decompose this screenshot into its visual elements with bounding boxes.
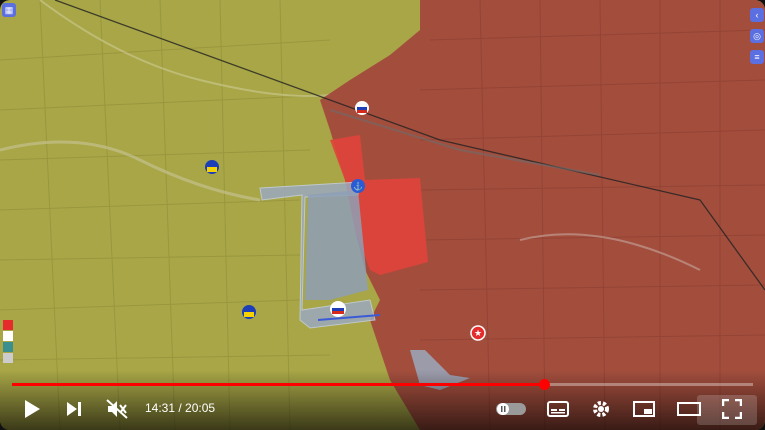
ukrainian-flag-marker-1	[205, 160, 219, 174]
miniplayer-button[interactable]	[632, 396, 656, 422]
current-time: 14:31	[145, 401, 176, 415]
play-icon	[25, 400, 40, 418]
legend-grey	[3, 353, 13, 363]
mute-icon	[106, 399, 128, 419]
russian-flag-marker-north	[355, 101, 369, 115]
legend-red	[3, 320, 13, 330]
subtitles-button[interactable]	[546, 396, 570, 422]
settings-icon	[593, 401, 609, 417]
autoplay-toggle[interactable]	[496, 396, 526, 422]
video-player[interactable]: ⚓ ★ ▦ ‹ ◎ ≡ 14:31 / 20:05	[0, 0, 765, 430]
legend-white	[3, 331, 13, 341]
arrow-left-icon[interactable]: ‹	[750, 8, 764, 22]
time-separator: /	[175, 401, 186, 415]
layers-icon[interactable]: ▦	[2, 3, 16, 17]
end-card-preview[interactable]	[697, 395, 757, 425]
contested-area-center	[305, 190, 368, 300]
globe-icon[interactable]: ◎	[750, 29, 764, 43]
next-icon	[67, 402, 81, 416]
ukrainian-flag-marker-2	[242, 305, 256, 319]
legend-teal	[3, 342, 13, 352]
map-video-frame: ⚓ ★	[0, 0, 765, 430]
progress-played	[12, 383, 544, 386]
ukrainian-flag-marker-3: ⚓	[351, 179, 365, 193]
svg-text:⚓: ⚓	[353, 181, 363, 191]
mute-button[interactable]	[104, 396, 130, 422]
menu-icon[interactable]: ≡	[750, 50, 764, 64]
next-button[interactable]	[62, 396, 86, 422]
play-button[interactable]	[20, 396, 44, 422]
miniplayer-icon	[633, 401, 655, 417]
subtitles-icon	[547, 401, 569, 417]
settings-button[interactable]	[589, 396, 613, 422]
duration: 20:05	[185, 401, 216, 415]
progress-scrubber-handle[interactable]	[539, 379, 550, 390]
map-legend	[3, 320, 13, 364]
russian-flag-marker-south	[330, 301, 346, 317]
svg-text:★: ★	[474, 328, 482, 338]
time-display: 14:31 / 20:05	[145, 401, 215, 415]
star-marker: ★	[470, 325, 486, 341]
